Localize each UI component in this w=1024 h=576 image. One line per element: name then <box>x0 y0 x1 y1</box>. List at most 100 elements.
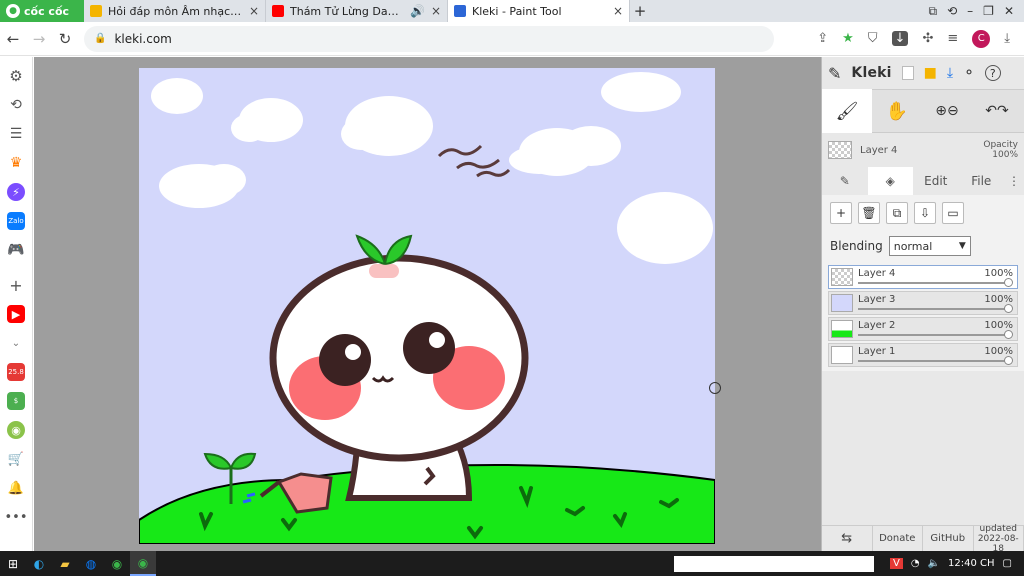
layer-opacity-knob[interactable] <box>1004 330 1013 339</box>
more-options-icon[interactable]: ⋮ <box>1004 174 1024 188</box>
coccoc-taskbar-icon[interactable]: ◉ <box>104 551 130 576</box>
tab-search-icon[interactable]: ⧉ <box>929 4 938 19</box>
close-tab-icon[interactable]: × <box>249 4 259 18</box>
panel-footer: ⇆ Donate GitHub updated 2022-08-18 <box>822 524 1024 554</box>
download-arrow-icon[interactable]: ↓ <box>891 31 909 46</box>
layer-item-3[interactable]: Layer 3 100% <box>828 291 1018 315</box>
coccoc-active-taskbar-icon[interactable]: ◉ <box>130 551 156 576</box>
layer-name: Layer 2 <box>858 320 896 331</box>
taskbar-search-field[interactable] <box>674 555 875 572</box>
history-icon[interactable]: ⟲ <box>947 4 957 19</box>
volume-icon[interactable]: 🔈 <box>928 558 940 569</box>
donate-link[interactable]: Donate <box>873 525 923 552</box>
add-sidebar-icon[interactable]: + <box>7 276 25 295</box>
file-explorer-icon[interactable]: ▰ <box>52 551 78 576</box>
profile-avatar[interactable]: C <box>972 29 991 48</box>
swap-sides-button[interactable]: ⇆ <box>822 525 873 552</box>
close-window-button[interactable]: ✕ <box>1004 4 1014 19</box>
downloads-icon[interactable]: ⤓ <box>1004 31 1010 46</box>
layer-item-1[interactable]: Layer 1 100% <box>828 343 1018 367</box>
merge-layer-button[interactable]: ⇩ <box>914 202 936 224</box>
layers-icon: ◈ <box>885 174 895 188</box>
delete-layer-button[interactable]: 🗑 <box>858 202 880 224</box>
new-image-icon[interactable] <box>901 66 914 80</box>
puzzle-icon[interactable]: ✣ <box>922 31 933 46</box>
clock-time[interactable]: 12:40 CH <box>948 558 995 569</box>
rename-layer-button[interactable]: ▭ <box>942 202 964 224</box>
brush-tool-button[interactable]: 🖌 <box>822 89 872 133</box>
tab-hoidap[interactable]: Hỏi đáp môn Âm nhạc, Mỹ thuật × <box>84 0 266 22</box>
close-tab-icon[interactable]: × <box>431 4 441 18</box>
add-layer-button[interactable]: + <box>830 202 852 224</box>
layer-item-4[interactable]: Layer 4 100% <box>828 265 1018 289</box>
layer-opacity-knob[interactable] <box>1004 356 1013 365</box>
duplicate-layer-button[interactable]: ⧉ <box>886 202 908 224</box>
blending-select[interactable]: normal ▼ <box>888 236 971 256</box>
kleki-tool-panel: ✎ Kleki ■ ⤓ ⚬ ? 🖌 ✋ ⊕⊖ ↶↷ Layer 4 Opacit… <box>821 57 1024 554</box>
v-app-icon[interactable]: V <box>890 558 903 569</box>
chevron-down-icon: ▼ <box>958 241 966 251</box>
tab-conan[interactable]: Thám Tử Lừng Danh Conan 🔊 × <box>266 0 448 22</box>
history-clock-icon[interactable]: ⟲ <box>7 96 25 114</box>
sale-calendar-icon[interactable]: 25.8 <box>7 363 25 381</box>
open-folder-icon[interactable]: ■ <box>924 65 937 81</box>
start-windows-icon[interactable]: ⊞ <box>0 551 26 576</box>
edge-icon[interactable]: ◐ <box>26 551 52 576</box>
share-icon[interactable]: ⚬ <box>963 65 975 81</box>
gamepad-icon[interactable]: 🎮 <box>7 241 25 259</box>
layer-opacity-track[interactable] <box>858 282 1009 284</box>
changelog-link[interactable]: updated 2022-08-18 <box>974 524 1024 554</box>
wifi-icon[interactable]: ◔ <box>911 558 920 569</box>
layer-opacity-track[interactable] <box>858 334 1009 336</box>
blending-label: Blending <box>830 239 883 253</box>
layer-opacity-knob[interactable] <box>1004 304 1013 313</box>
help-icon[interactable]: ? <box>984 65 1001 81</box>
zalo-taskbar-icon[interactable]: ◍ <box>78 551 104 576</box>
more-chevron-icon[interactable]: ⌄ <box>7 334 25 352</box>
close-tab-icon[interactable]: × <box>613 4 623 18</box>
promo-icon[interactable]: $ <box>7 392 25 410</box>
notification-center-icon[interactable]: ▢ <box>1003 558 1012 569</box>
notification-bell-icon[interactable]: 🔔 <box>7 479 25 497</box>
new-tab-button[interactable]: + <box>630 2 650 20</box>
tab-brush[interactable]: ✎ <box>822 174 868 188</box>
tab-title: Kleki - Paint Tool <box>472 4 562 18</box>
zalo-icon[interactable]: Zalo <box>7 212 25 230</box>
shield-icon[interactable]: ⛉ <box>868 31 878 46</box>
speaker-icon[interactable]: 🔊 <box>410 4 425 18</box>
reading-list-icon[interactable]: ≡ <box>947 31 958 46</box>
zoom-button[interactable]: ⊕⊖ <box>922 89 972 133</box>
minimize-button[interactable]: – <box>967 4 973 19</box>
tab-kleki[interactable]: Kleki - Paint Tool × <box>448 0 630 22</box>
url-field[interactable]: 🔒 kleki.com <box>84 25 774 52</box>
github-link[interactable]: GitHub <box>923 525 974 552</box>
forward-arrow-icon[interactable]: → <box>26 30 52 48</box>
coccoc-brand[interactable]: ● cốc cốc <box>0 0 84 22</box>
tab-edit[interactable]: Edit <box>913 174 959 188</box>
hand-tool-button[interactable]: ✋ <box>872 89 922 133</box>
save-download-icon[interactable]: ⤓ <box>947 65 953 81</box>
tab-layers[interactable]: ◈ <box>867 167 913 195</box>
cart-icon[interactable]: 🛒 <box>7 450 25 468</box>
bookmark-star-icon[interactable]: ★ <box>842 31 854 46</box>
layer-opacity-knob[interactable] <box>1004 278 1013 287</box>
drawing-canvas[interactable] <box>139 68 715 544</box>
more-dots-icon[interactable]: ••• <box>5 508 28 526</box>
youtube-icon[interactable]: ▶ <box>7 305 25 323</box>
layer-opacity-track[interactable] <box>858 360 1009 362</box>
reload-icon[interactable]: ↻ <box>52 30 78 48</box>
notes-list-icon[interactable]: ☰ <box>7 125 25 143</box>
undo-redo-button[interactable]: ↶↷ <box>972 89 1022 133</box>
settings-gear-icon[interactable]: ⚙ <box>7 67 25 85</box>
tab-file[interactable]: File <box>959 174 1005 188</box>
map-pin-icon[interactable]: ◉ <box>7 421 25 439</box>
layer-opacity-track[interactable] <box>858 308 1009 310</box>
crown-icon[interactable]: ♛ <box>7 154 25 172</box>
share-icon[interactable]: ⇪ <box>817 31 828 46</box>
swap-arrows-icon: ⇆ <box>841 531 853 546</box>
restore-button[interactable]: ❐ <box>983 4 994 19</box>
messenger-icon[interactable]: ⚡ <box>7 183 25 201</box>
layer-item-2[interactable]: Layer 2 100% <box>828 317 1018 341</box>
back-arrow-icon[interactable]: ← <box>0 30 26 48</box>
canvas-stage[interactable] <box>34 57 821 551</box>
